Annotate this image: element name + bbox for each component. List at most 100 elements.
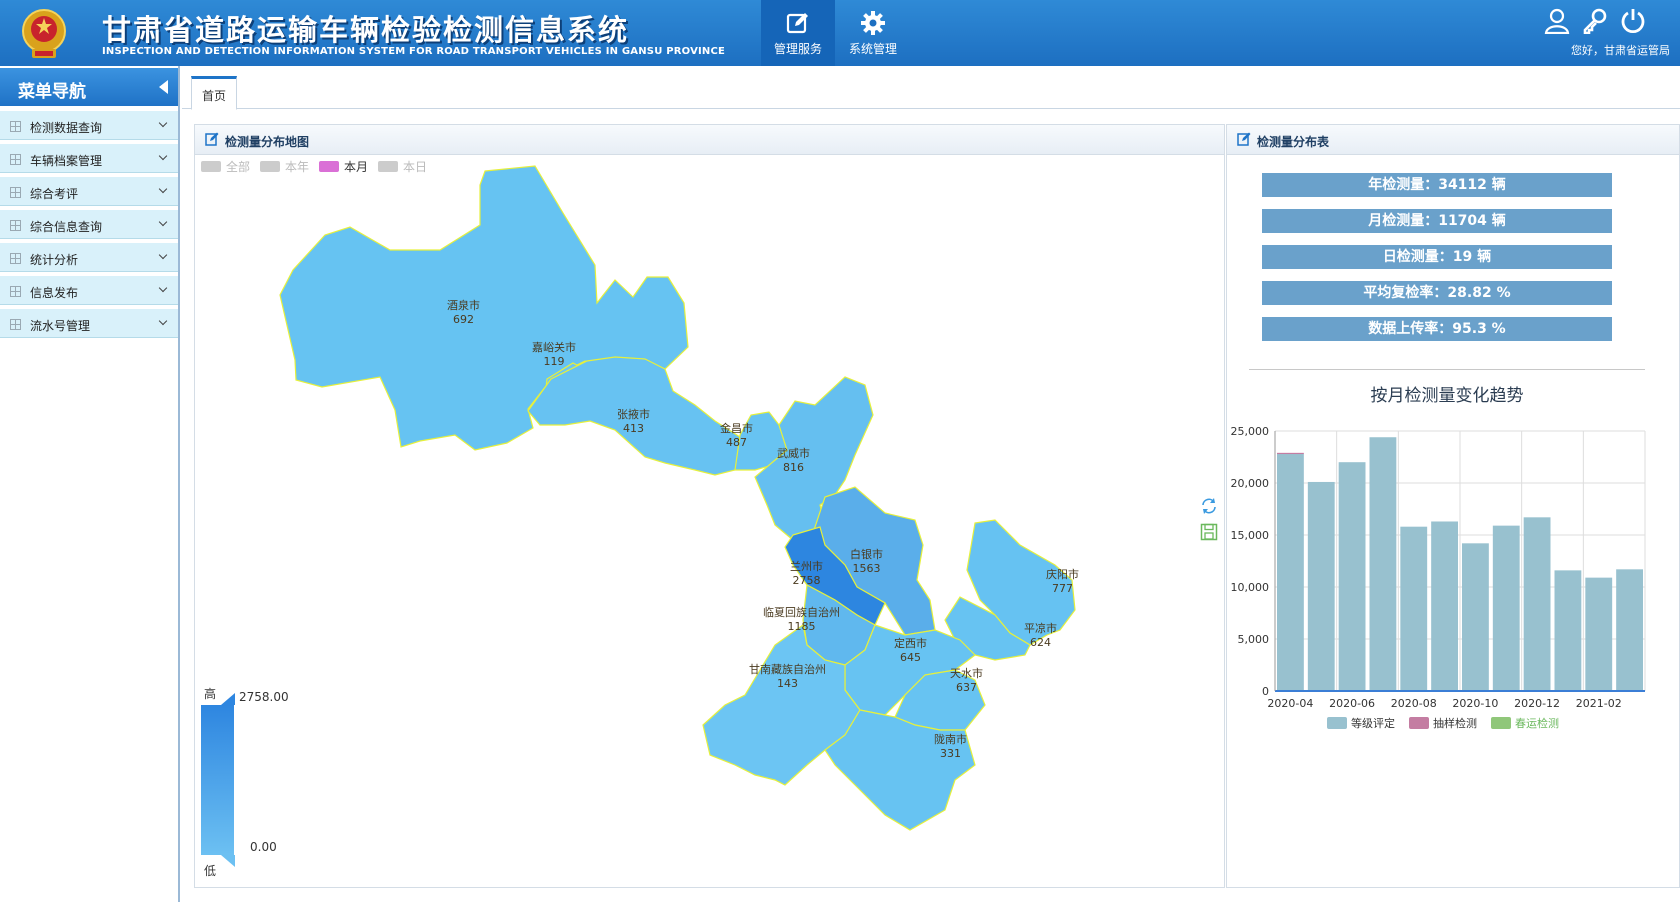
sidebar-item-serial-number[interactable]: 流水号管理 [0, 308, 178, 338]
map-panel: 检测量分布地图 全部 本年 本月 本日 酒泉市 692 嘉峪关市 119 张掖市… [194, 124, 1225, 888]
sidebar-item-info-query[interactable]: 综合信息查询 [0, 209, 178, 239]
region-value: 816 [783, 461, 804, 474]
sidebar-item-label: 信息发布 [30, 286, 79, 300]
grid-icon [10, 319, 21, 330]
bar [1431, 521, 1458, 691]
gear-icon [861, 11, 885, 35]
edit-icon [786, 13, 808, 34]
x-tick-label: 2020-08 [1391, 697, 1437, 710]
region-name: 定西市 [894, 637, 927, 650]
key-icon[interactable] [1582, 8, 1608, 34]
bar [1277, 452, 1304, 455]
region-label-tianshui: 天水市 637 [950, 667, 983, 695]
sidebar-item-label: 车辆档案管理 [30, 154, 103, 168]
region-name: 白银市 [850, 548, 883, 561]
scale-handle-top[interactable] [221, 693, 235, 705]
y-tick-label: 25,000 [1231, 425, 1270, 438]
refresh-icon[interactable] [1200, 497, 1218, 515]
system-title: 甘肃省道路运输车辆检验检测信息系统 [102, 13, 630, 47]
bar [1338, 462, 1366, 691]
sidebar-item-evaluation[interactable]: 综合考评 [0, 176, 178, 206]
chart-toolbox [1196, 495, 1220, 545]
region-label-baiyin: 白银市 1563 [850, 548, 883, 576]
legend-swatch [1491, 717, 1511, 729]
region-value: 413 [623, 422, 644, 435]
legend-label: 等级评定 [1351, 716, 1395, 730]
bar [1462, 543, 1489, 691]
region-label-wuwei: 武威市 816 [777, 447, 810, 475]
stats-panel: 检测量分布表 年检测量：34112 辆 月检测量：11704 辆 日检测量：19… [1226, 124, 1680, 888]
sidebar-item-vehicle-archive[interactable]: 车辆档案管理 [0, 143, 178, 173]
visual-map-max: 2758.00 [239, 690, 289, 704]
sidebar-item-label: 综合考评 [30, 187, 79, 201]
legend-swatch [1409, 717, 1429, 729]
grid-icon [10, 121, 21, 132]
region-name: 平凉市 [1024, 622, 1057, 635]
region-label-linxia: 临夏回族自治州 1185 [763, 606, 840, 634]
sidebar-item-inspection-query[interactable]: 检测数据查询 [0, 110, 178, 140]
collapse-left-icon[interactable] [159, 80, 168, 94]
nav-system-manage[interactable]: 系统管理 [836, 0, 910, 66]
region-value: 119 [543, 355, 565, 368]
visual-map-high: 高 [204, 687, 217, 701]
emblem-logo [22, 9, 66, 58]
bar [1585, 577, 1613, 691]
sidebar-item-publish[interactable]: 信息发布 [0, 275, 178, 305]
chevron-down-icon [158, 217, 168, 227]
region-name: 嘉峪关市 [532, 341, 576, 354]
bar [1492, 525, 1520, 691]
top-header: 甘肃省道路运输车辆检验检测信息系统 INSPECTION AND DETECTI… [0, 0, 1680, 66]
bar [1400, 526, 1428, 691]
header-icons [1538, 8, 1658, 38]
x-tick-label: 2020-06 [1329, 697, 1375, 710]
welcome-text: 您好，甘肃省运管局 [1571, 44, 1670, 57]
sidebar-item-label: 统计分析 [30, 253, 79, 267]
region-label-jinchang: 金昌市 487 [720, 422, 753, 450]
region-value: 487 [726, 436, 747, 449]
region-name: 武威市 [777, 447, 810, 460]
scale-handle-bottom[interactable] [221, 855, 235, 867]
legend-label: 春运检测 [1515, 716, 1559, 730]
tab-bar: 首页 [182, 67, 1680, 110]
chevron-down-icon [158, 316, 168, 326]
save-icon[interactable] [1200, 523, 1218, 541]
chevron-down-icon [158, 250, 168, 260]
x-tick-label: 2020-04 [1267, 697, 1313, 710]
region-value: 1563 [852, 562, 881, 575]
legend-swatch [1327, 717, 1347, 729]
region-label-longnan: 陇南市 331 [934, 733, 967, 761]
grid-icon [10, 220, 21, 231]
bar [1277, 453, 1304, 691]
region-value: 777 [1052, 582, 1073, 595]
grid-icon [10, 286, 21, 297]
region-label-pingliang: 平凉市 624 [1024, 622, 1057, 650]
power-icon[interactable] [1620, 8, 1646, 34]
region-label-lanzhou: 兰州市 2758 [790, 560, 823, 588]
bar [1369, 437, 1397, 691]
nav-manage-service[interactable]: 管理服务 [761, 0, 835, 66]
x-tick-label: 2021-02 [1576, 697, 1622, 710]
region-value: 1185 [787, 620, 816, 633]
region-label-zhangye: 张掖市 413 [617, 408, 650, 436]
y-tick-label: 15,000 [1231, 529, 1270, 542]
x-tick-label: 2020-10 [1452, 697, 1498, 710]
grid-icon [10, 154, 21, 165]
gansu-map [279, 165, 1076, 831]
region-label-gannan: 甘南藏族自治州 143 [749, 663, 826, 691]
nav-manage-label: 管理服务 [773, 42, 822, 56]
bar [1307, 481, 1335, 691]
sidebar-item-statistics[interactable]: 统计分析 [0, 242, 178, 272]
y-tick-label: 5,000 [1238, 633, 1270, 646]
visual-map-low: 低 [204, 864, 217, 878]
region-name: 张掖市 [617, 408, 650, 421]
x-tick-label: 2020-12 [1514, 697, 1560, 710]
visual-map-scale[interactable]: 高 2758.00 0.00 低 [201, 685, 301, 878]
grid-icon [10, 187, 21, 198]
region-value: 2758 [792, 574, 821, 587]
tab-home[interactable]: 首页 [191, 76, 237, 110]
sidebar-item-label: 流水号管理 [30, 319, 91, 333]
region-name: 天水市 [950, 667, 983, 680]
user-icon[interactable] [1544, 8, 1570, 34]
region-name: 金昌市 [720, 422, 753, 435]
region-value: 637 [956, 681, 977, 694]
